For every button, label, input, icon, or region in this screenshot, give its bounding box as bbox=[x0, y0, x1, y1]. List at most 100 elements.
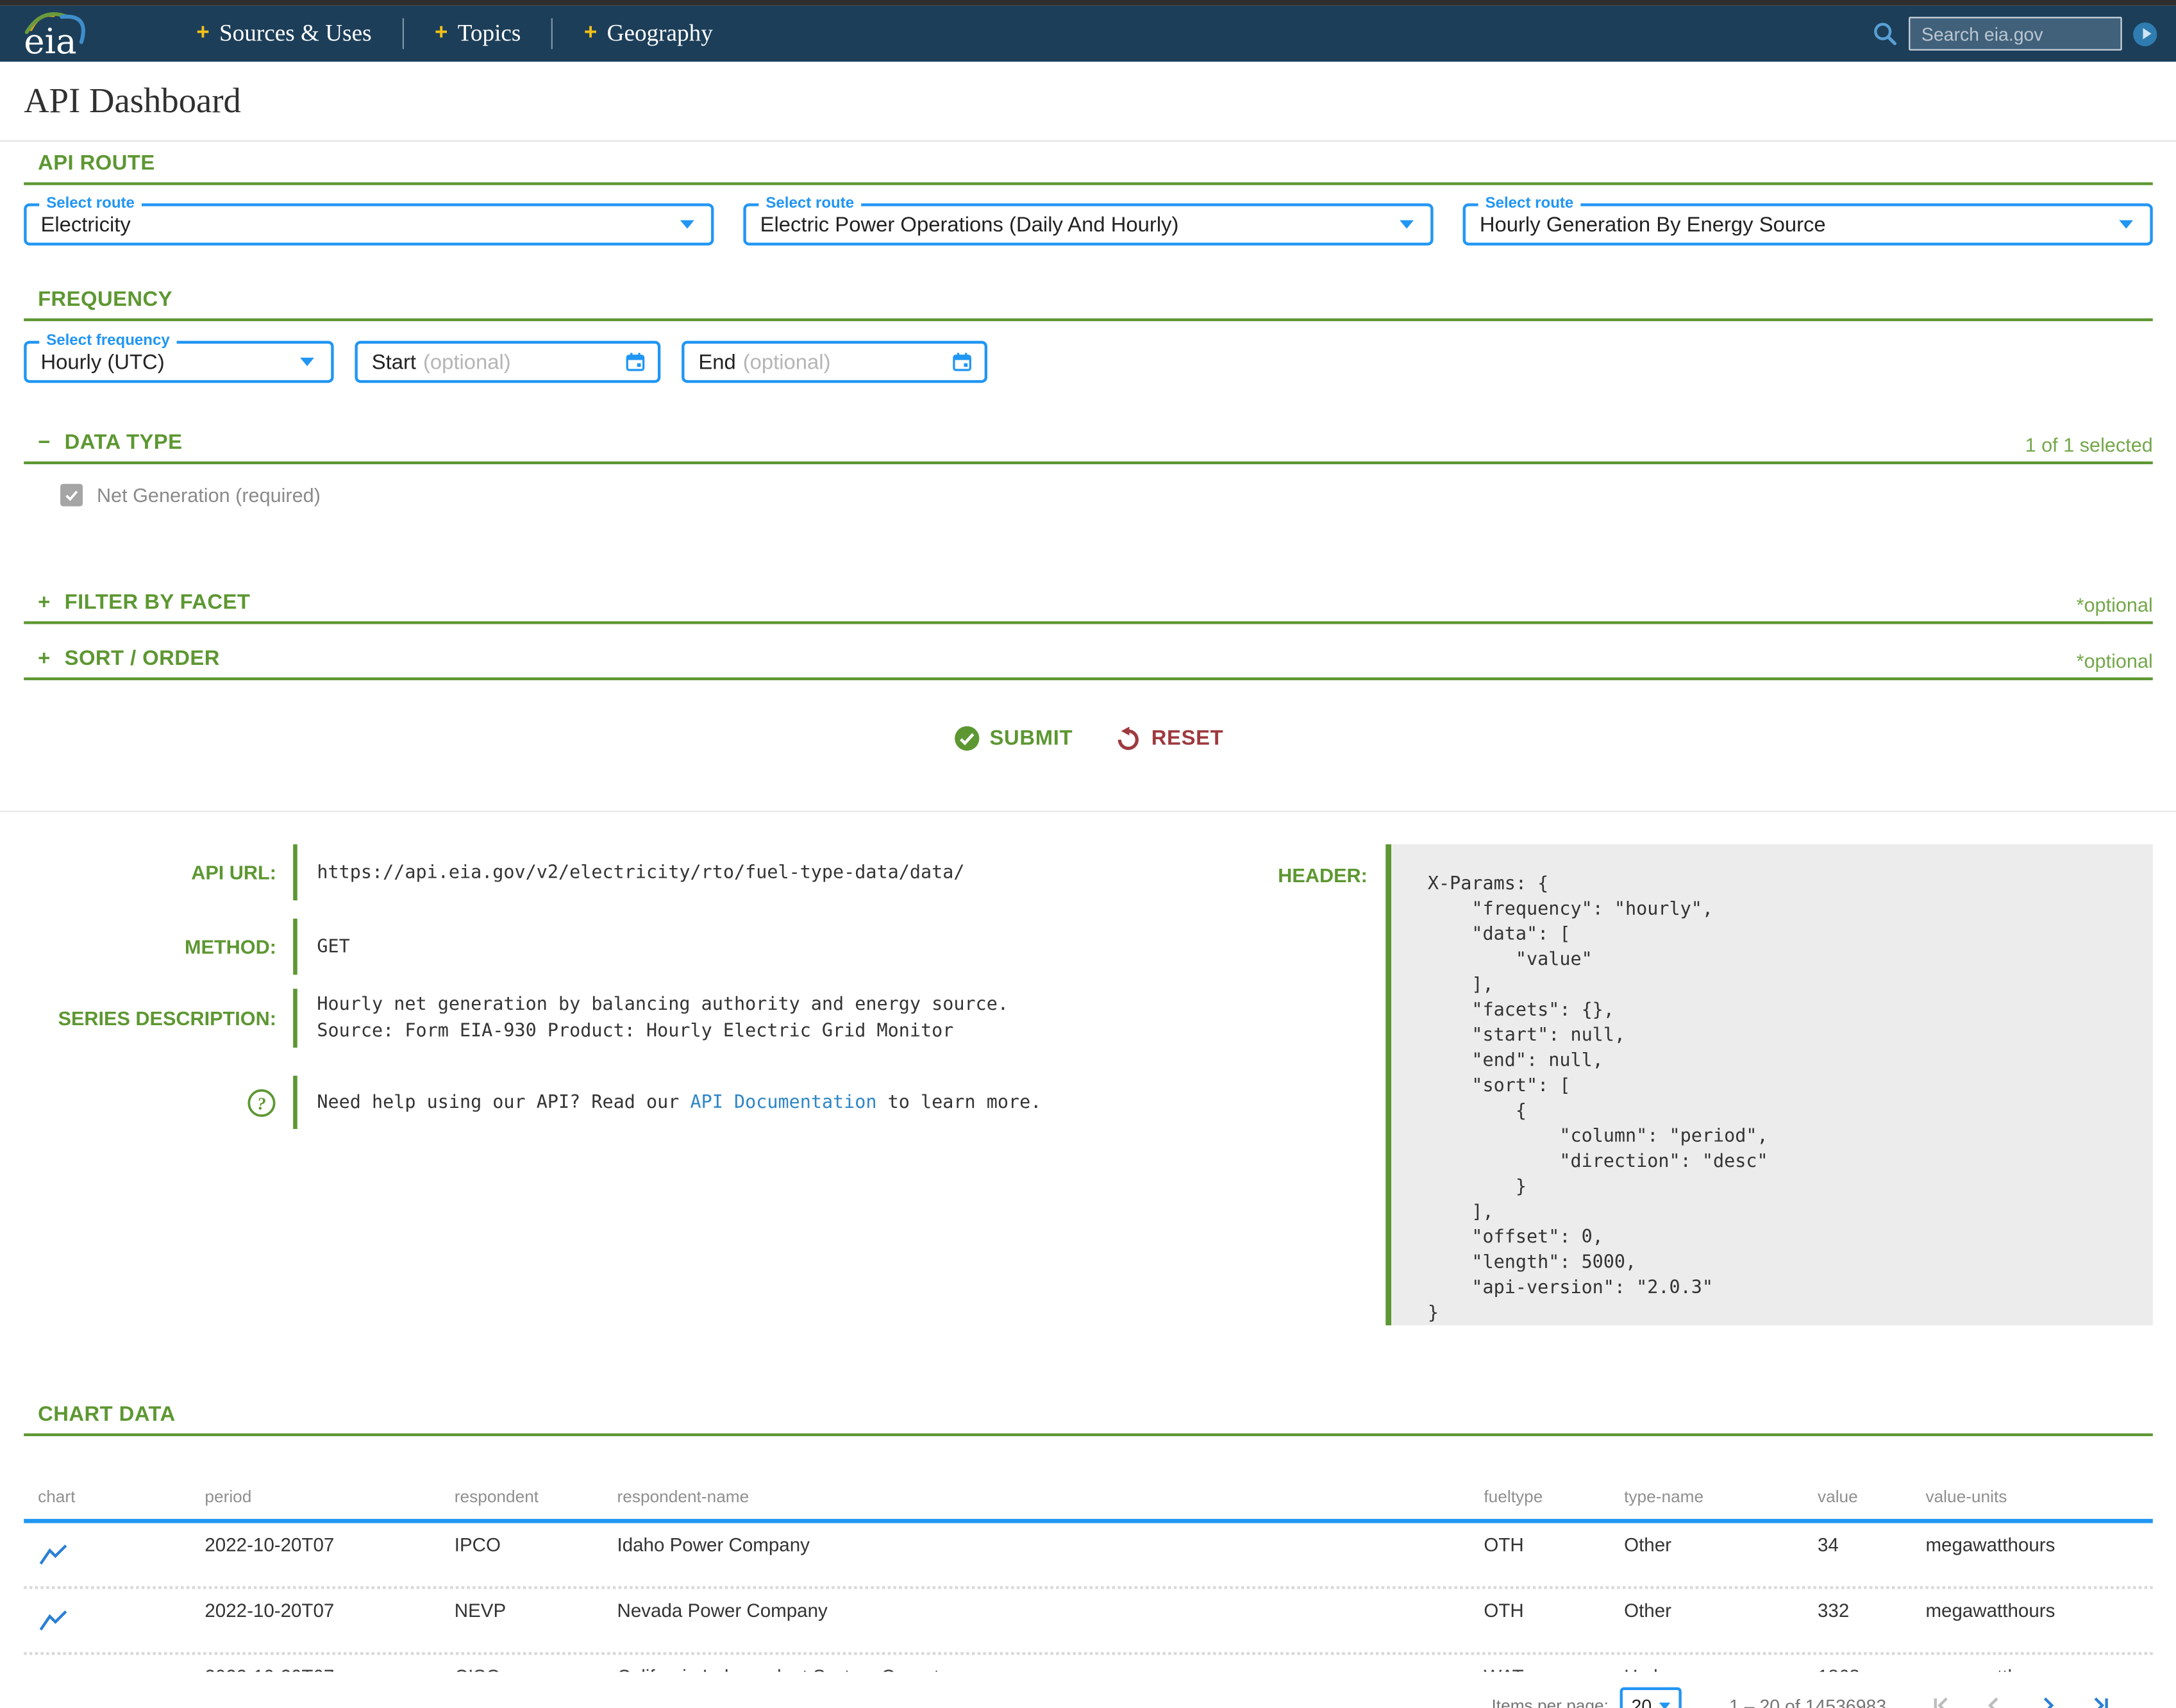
nav-item-label: Topics bbox=[458, 20, 521, 48]
go-arrow-icon bbox=[2142, 28, 2150, 40]
line-chart-icon[interactable] bbox=[38, 1541, 72, 1570]
data-type-heading: DATA TYPE bbox=[65, 431, 183, 456]
page-range-text: 1 – 20 of 14536983 bbox=[1729, 1695, 1886, 1708]
calendar-icon[interactable] bbox=[952, 352, 972, 372]
select-floating-label: Select route bbox=[758, 195, 861, 212]
fueltype-cell: OTH bbox=[1484, 1589, 1624, 1621]
reset-button[interactable]: RESET bbox=[1115, 725, 1224, 752]
previous-page-button[interactable] bbox=[1984, 1696, 2004, 1708]
submit-label: SUBMIT bbox=[989, 726, 1073, 750]
value-units-cell: megawatthours bbox=[1925, 1655, 2152, 1671]
collapse-icon[interactable]: − bbox=[38, 431, 65, 456]
table-body: 2022-10-20T07 IPCO Idaho Power Company O… bbox=[24, 1523, 2153, 1672]
end-label: End bbox=[685, 350, 736, 374]
value-cell: 332 bbox=[1818, 1589, 1925, 1621]
first-page-icon bbox=[1931, 1696, 1951, 1708]
type-name-cell: Hydro bbox=[1624, 1655, 1818, 1671]
series-description-line2: Source: Form EIA-930 Product: Hourly Ele… bbox=[317, 1018, 1008, 1045]
header-label: HEADER: bbox=[1094, 844, 1385, 1325]
plus-icon: + bbox=[584, 21, 597, 46]
series-description-value: Hourly net generation by balancing autho… bbox=[297, 989, 1008, 1048]
frequency-section-header: FREQUENCY bbox=[24, 287, 2153, 321]
table-row: 2022-10-20T07 NEVP Nevada Power Company … bbox=[24, 1586, 2153, 1652]
api-url-label: API URL: bbox=[24, 844, 293, 901]
nav-item-sources-uses[interactable]: + Sources & Uses bbox=[165, 20, 403, 48]
nav-item-topics[interactable]: + Topics bbox=[404, 20, 552, 48]
route-select-level-3[interactable]: Select route Hourly Generation By Energy… bbox=[1463, 203, 2153, 246]
chevron-down-icon bbox=[300, 358, 314, 366]
route-select-level-2[interactable]: Select route Electric Power Operations (… bbox=[743, 203, 1433, 246]
select-floating-label: Select route bbox=[39, 195, 142, 212]
checkbox-label: Net Generation (required) bbox=[97, 484, 321, 507]
respondent-cell: NEVP bbox=[455, 1589, 617, 1621]
frequency-select[interactable]: Select frequency Hourly (UTC) bbox=[24, 341, 333, 383]
sort-order-section-header: + SORT / ORDER *optional bbox=[24, 646, 2153, 680]
value-cell: 34 bbox=[1818, 1523, 1925, 1555]
first-page-button[interactable] bbox=[1931, 1696, 1951, 1708]
page-nav-buttons bbox=[1931, 1696, 2111, 1708]
optional-note: *optional bbox=[2077, 593, 2153, 615]
column-header-period: period bbox=[205, 1487, 454, 1507]
submit-button[interactable]: SUBMIT bbox=[953, 725, 1073, 752]
api-documentation-link[interactable]: API Documentation bbox=[690, 1092, 876, 1113]
series-description-line1: Hourly net generation by balancing autho… bbox=[317, 992, 1008, 1019]
select-floating-label: Select frequency bbox=[39, 332, 176, 349]
select-floating-label: Select route bbox=[1478, 195, 1581, 212]
api-route-heading: API ROUTE bbox=[38, 151, 155, 176]
start-placeholder: (optional) bbox=[423, 350, 511, 374]
search-go-button[interactable] bbox=[2133, 22, 2157, 46]
table-row: 2022-10-20T07 IPCO Idaho Power Company O… bbox=[24, 1523, 2153, 1586]
chart-cell bbox=[24, 1523, 205, 1574]
frequency-heading: FREQUENCY bbox=[38, 287, 172, 312]
last-page-button[interactable] bbox=[2091, 1696, 2111, 1708]
api-details-left: API URL: https://api.eia.gov/v2/electric… bbox=[24, 844, 1094, 1325]
api-url-value: https://api.eia.gov/v2/electricity/rto/f… bbox=[297, 844, 965, 901]
respondent-name-cell: Idaho Power Company bbox=[617, 1523, 1484, 1555]
select-value: Hourly (UTC) bbox=[27, 350, 165, 374]
plus-icon: + bbox=[196, 21, 209, 46]
nav-item-geography[interactable]: + Geography bbox=[553, 20, 744, 48]
line-chart-icon[interactable] bbox=[38, 1607, 72, 1636]
respondent-cell: CISO bbox=[455, 1655, 617, 1671]
chevron-left-icon bbox=[1984, 1696, 2004, 1708]
respondent-name-cell: Nevada Power Company bbox=[617, 1589, 1484, 1621]
chart-cell bbox=[24, 1589, 205, 1639]
period-cell: 2022-10-20T07 bbox=[205, 1523, 454, 1555]
api-url-row: API URL: https://api.eia.gov/v2/electric… bbox=[24, 844, 1094, 901]
selected-count: 1 of 1 selected bbox=[2025, 433, 2153, 456]
expand-icon[interactable]: + bbox=[38, 590, 65, 615]
chart-data-section-header: CHART DATA bbox=[24, 1403, 2153, 1437]
fueltype-cell: OTH bbox=[1484, 1523, 1624, 1555]
type-name-cell: Other bbox=[1624, 1523, 1818, 1555]
value-units-cell: megawatthours bbox=[1925, 1589, 2152, 1621]
table-header-row: chart period respondent respondent-name … bbox=[24, 1487, 2153, 1523]
fueltype-cell: WAT bbox=[1484, 1655, 1624, 1671]
table-row: 2022-10-20T07 CISO California Independen… bbox=[24, 1652, 2153, 1672]
search-input[interactable] bbox=[1909, 17, 2122, 51]
series-description-row: SERIES DESCRIPTION: Hourly net generatio… bbox=[24, 989, 1094, 1048]
column-header-fueltype: fueltype bbox=[1484, 1487, 1624, 1507]
next-page-button[interactable] bbox=[2038, 1696, 2057, 1708]
end-placeholder: (optional) bbox=[743, 350, 831, 374]
column-header-respondent: respondent bbox=[455, 1487, 617, 1507]
filter-by-facet-heading: FILTER BY FACET bbox=[65, 590, 251, 615]
type-name-cell: Other bbox=[1624, 1589, 1818, 1621]
chart-data-heading: CHART DATA bbox=[38, 1403, 176, 1428]
net-generation-check-row: Net Generation (required) bbox=[60, 484, 2153, 507]
header-params-json: X-Params: { "frequency": "hourly", "data… bbox=[1385, 844, 2153, 1325]
start-date-input[interactable]: Start (optional) bbox=[355, 341, 660, 383]
check-icon bbox=[63, 487, 80, 503]
eia-logo[interactable]: eia bbox=[20, 8, 93, 59]
expand-icon[interactable]: + bbox=[38, 646, 65, 671]
help-icon[interactable]: ? bbox=[247, 1087, 276, 1117]
end-date-input[interactable]: End (optional) bbox=[682, 341, 987, 383]
calendar-icon[interactable] bbox=[626, 352, 646, 372]
help-icon-cell: ? bbox=[24, 1076, 293, 1129]
column-header-chart: chart bbox=[24, 1487, 205, 1507]
route-select-level-1[interactable]: Select route Electricity bbox=[24, 203, 714, 246]
top-navbar: eia + Sources & Uses + Topics + Geograph… bbox=[0, 6, 2176, 62]
chevron-down-icon bbox=[1400, 220, 1414, 228]
items-per-page-select[interactable]: 20 bbox=[1619, 1686, 1681, 1708]
checked-checkbox[interactable] bbox=[60, 484, 83, 507]
nav-item-label: Geography bbox=[607, 20, 713, 48]
